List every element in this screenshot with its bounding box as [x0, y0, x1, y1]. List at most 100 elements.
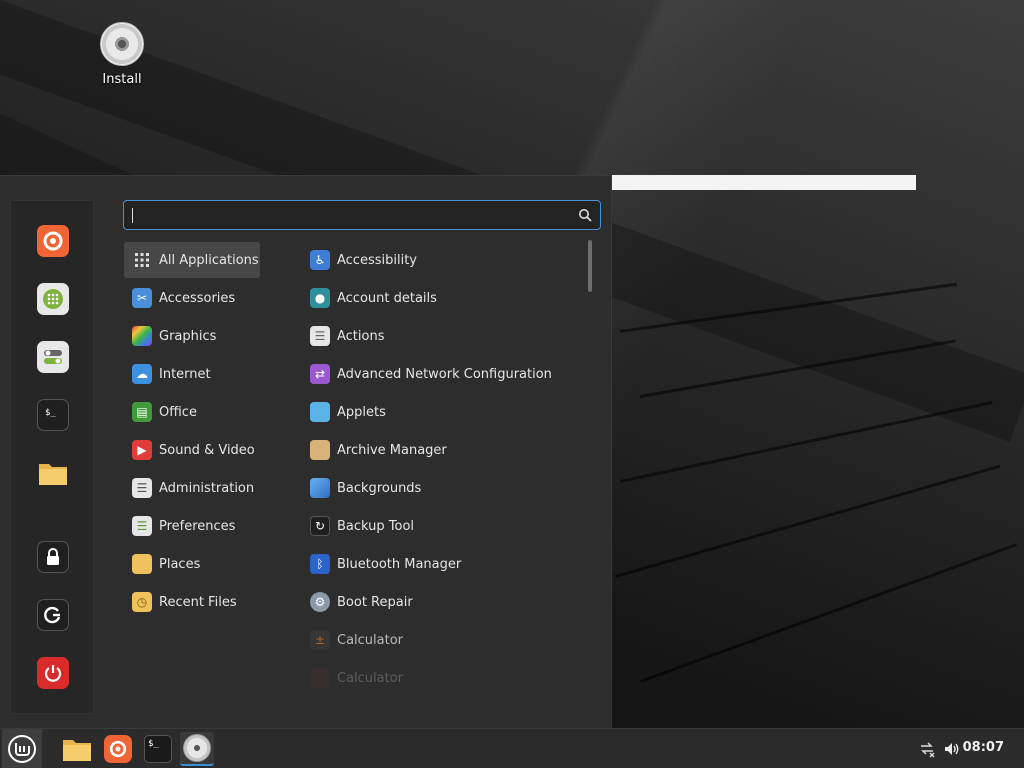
disc-icon: [183, 734, 211, 762]
boot-repair-icon: ⚙: [310, 592, 330, 612]
folder-icon: [39, 464, 67, 485]
grid-icon: [132, 250, 152, 270]
search-input[interactable]: [137, 207, 578, 223]
network-icon: ⇄: [310, 364, 330, 384]
wallpaper-stripe: [620, 400, 993, 483]
category-accessories[interactable]: ✂ Accessories: [124, 280, 260, 316]
network-disconnected-icon: [921, 742, 935, 758]
favorite-software-manager[interactable]: [37, 283, 69, 315]
desktop-icon-install[interactable]: Install: [86, 22, 158, 87]
palette-icon: [132, 326, 152, 346]
firefox-icon: [43, 231, 63, 251]
app-account-details[interactable]: ● Account details: [302, 280, 572, 316]
category-label: Administration: [159, 480, 255, 496]
volume-icon: [945, 743, 959, 755]
category-internet[interactable]: ☁ Internet: [124, 356, 260, 392]
app-boot-repair[interactable]: ⚙ Boot Repair: [302, 584, 572, 620]
app-backup-tool[interactable]: ↻ Backup Tool: [302, 508, 572, 544]
archive-icon: [310, 440, 330, 460]
category-graphics[interactable]: Graphics: [124, 318, 260, 354]
category-label: Graphics: [159, 328, 217, 344]
category-label: Recent Files: [159, 594, 237, 610]
favorite-lock-screen[interactable]: [37, 541, 69, 573]
app-label: Account details: [337, 290, 437, 306]
terminal-icon: $_: [144, 735, 172, 763]
app-archive-manager[interactable]: Archive Manager: [302, 432, 572, 468]
search-bar[interactable]: [123, 200, 601, 230]
lock-icon: [47, 548, 59, 565]
search-icon[interactable]: [578, 208, 592, 222]
applets-icon: [310, 402, 330, 422]
app-label: Calculator: [337, 670, 404, 686]
taskbar-install[interactable]: [180, 732, 214, 766]
wallpaper-stripe: [640, 543, 1017, 683]
category-sound-video[interactable]: ▶ Sound & Video: [124, 432, 260, 468]
accessibility-icon: ♿: [310, 250, 330, 270]
favorites-sidebar: $_: [10, 200, 94, 714]
category-label: All Applications: [159, 252, 259, 268]
category-preferences[interactable]: ☰ Preferences: [124, 508, 260, 544]
app-label: Applets: [337, 404, 386, 420]
app-accessibility[interactable]: ♿ Accessibility: [302, 242, 572, 278]
admin-icon: ☰: [132, 478, 152, 498]
taskbar: $_ 08:07: [0, 728, 1024, 768]
app-label: Boot Repair: [337, 594, 413, 610]
favorite-logout[interactable]: [37, 599, 69, 631]
application-menu: $_ All Applications ✂ Accessories Graphi…: [0, 175, 612, 728]
category-places[interactable]: Places: [124, 546, 260, 582]
app-label: Actions: [337, 328, 385, 344]
text-cursor: [132, 207, 133, 223]
tray-volume[interactable]: [943, 740, 961, 758]
calculator-icon: [310, 668, 330, 688]
logout-icon: [44, 606, 61, 624]
svg-text:$_: $_: [45, 408, 56, 418]
app-advanced-network-configuration[interactable]: ⇄ Advanced Network Configuration: [302, 356, 572, 392]
folder-icon: [132, 554, 152, 574]
folder-icon: [63, 740, 91, 761]
app-list-scrollbar[interactable]: [588, 240, 592, 292]
favorite-files[interactable]: [37, 457, 69, 489]
cloud-icon: ☁: [132, 364, 152, 384]
app-label: Backgrounds: [337, 480, 422, 496]
app-actions[interactable]: ☰ Actions: [302, 318, 572, 354]
app-label: Accessibility: [337, 252, 417, 268]
taskbar-menu-button[interactable]: [2, 729, 42, 768]
category-all-applications[interactable]: All Applications: [124, 242, 260, 278]
desktop-icon-label: Install: [102, 72, 142, 87]
recent-folder-icon: ◷: [132, 592, 152, 612]
category-label: Preferences: [159, 518, 236, 534]
app-applets[interactable]: Applets: [302, 394, 572, 430]
app-bluetooth-manager[interactable]: ᛒ Bluetooth Manager: [302, 546, 572, 582]
software-manager-icon: [43, 289, 63, 309]
category-office[interactable]: ▤ Office: [124, 394, 260, 430]
category-label: Internet: [159, 366, 211, 382]
favorite-terminal[interactable]: $_: [37, 399, 69, 431]
category-administration[interactable]: ☰ Administration: [124, 470, 260, 506]
favorite-firefox[interactable]: [37, 225, 69, 257]
power-icon: [44, 665, 62, 682]
app-label: Archive Manager: [337, 442, 447, 458]
scissors-icon: ✂: [132, 288, 152, 308]
tray-network[interactable]: [918, 740, 936, 758]
app-calculator-faded[interactable]: Calculator: [302, 660, 572, 696]
taskbar-clock[interactable]: 08:07: [963, 740, 1004, 755]
window-edge-strip: [611, 175, 916, 190]
taskbar-terminal[interactable]: $_: [141, 732, 175, 766]
category-recent-files[interactable]: ◷ Recent Files: [124, 584, 260, 620]
favorite-shutdown[interactable]: [37, 657, 69, 689]
category-label: Accessories: [159, 290, 236, 306]
taskbar-firefox[interactable]: [101, 732, 135, 766]
actions-icon: ☰: [310, 326, 330, 346]
wallpaper-stripe: [615, 464, 1001, 578]
favorite-system-settings[interactable]: [37, 341, 69, 373]
app-backgrounds[interactable]: Backgrounds: [302, 470, 572, 506]
office-icon: ▤: [132, 402, 152, 422]
taskbar-files[interactable]: [60, 732, 94, 766]
app-label: Backup Tool: [337, 518, 415, 534]
preferences-icon: ☰: [132, 516, 152, 536]
backgrounds-icon: [310, 478, 330, 498]
disc-icon: [100, 22, 144, 66]
app-calculator[interactable]: ± Calculator: [302, 622, 572, 658]
mint-logo-icon: [8, 735, 36, 763]
category-label: Places: [159, 556, 201, 572]
